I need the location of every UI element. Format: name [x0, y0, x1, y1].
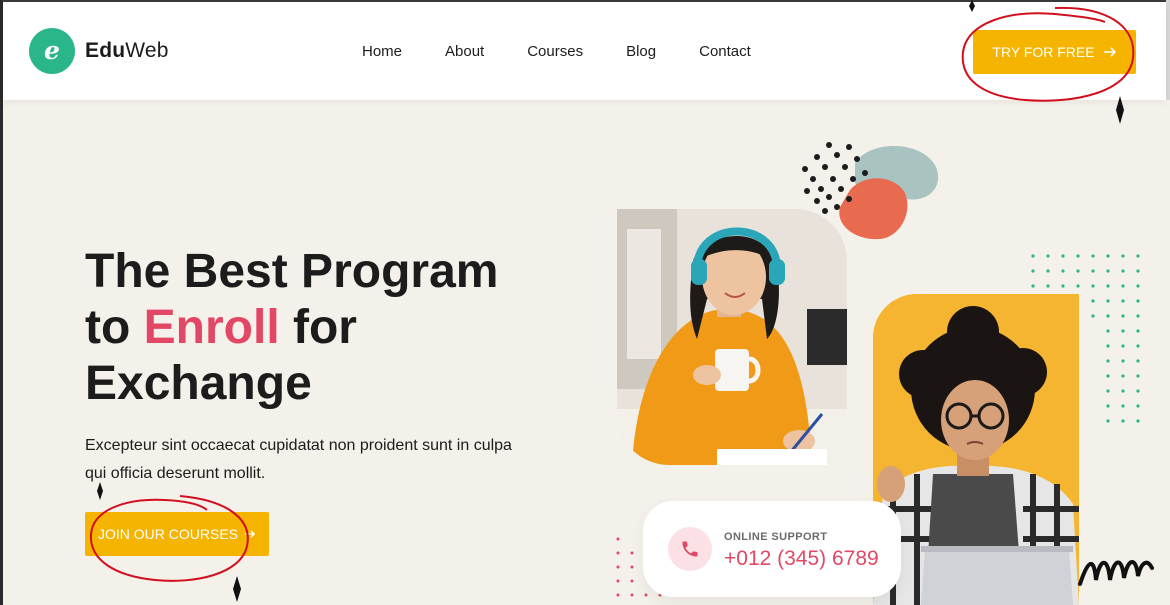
brand-name[interactable]: EduWeb [85, 39, 169, 63]
student-photo-headphones [617, 209, 847, 465]
logo-icon[interactable]: e [29, 28, 75, 74]
brand-name-bold: Edu [85, 39, 126, 62]
join-our-courses-label: JOIN OUR COURSES [97, 526, 238, 542]
online-support-card: ONLINE SUPPORT +012 (345) 6789 [643, 501, 901, 597]
hero-title-post: for [279, 301, 357, 354]
online-support-label: ONLINE SUPPORT [724, 531, 828, 543]
nav-courses[interactable]: Courses [527, 43, 583, 60]
phone-icon[interactable] [668, 527, 712, 571]
hero-title-accent: Enroll [143, 301, 280, 354]
hero-title: The Best Program to Enroll for Exchange [85, 244, 555, 412]
site-header: e EduWeb Home About Courses Blog Contact… [3, 2, 1166, 100]
main-nav: Home About Courses Blog Contact [362, 43, 794, 60]
nav-about[interactable]: About [445, 43, 484, 60]
support-phone-number[interactable]: +012 (345) 6789 [724, 547, 879, 571]
try-for-free-label: TRY FOR FREE [992, 44, 1095, 60]
hero-title-line1: The Best Program [85, 245, 499, 298]
nav-contact[interactable]: Contact [699, 43, 751, 60]
try-for-free-button[interactable]: TRY FOR FREE [973, 30, 1136, 74]
brand-name-rest: Web [125, 39, 169, 62]
student-photo-laptop [873, 294, 1079, 605]
arrow-right-icon [1103, 47, 1116, 57]
nav-home[interactable]: Home [362, 43, 402, 60]
hero-title-line3: Exchange [85, 357, 312, 410]
scrollbar-thumb[interactable] [1166, 0, 1170, 100]
hero-description: Excepteur sint occaecat cupidatat non pr… [85, 437, 512, 482]
hero-title-pre: to [85, 301, 144, 354]
svg-text:e: e [44, 36, 60, 65]
nav-blog[interactable]: Blog [626, 43, 656, 60]
decorative-scribble [1078, 560, 1154, 586]
arrow-right-icon [245, 530, 256, 538]
join-our-courses-button[interactable]: JOIN OUR COURSES [85, 512, 269, 556]
